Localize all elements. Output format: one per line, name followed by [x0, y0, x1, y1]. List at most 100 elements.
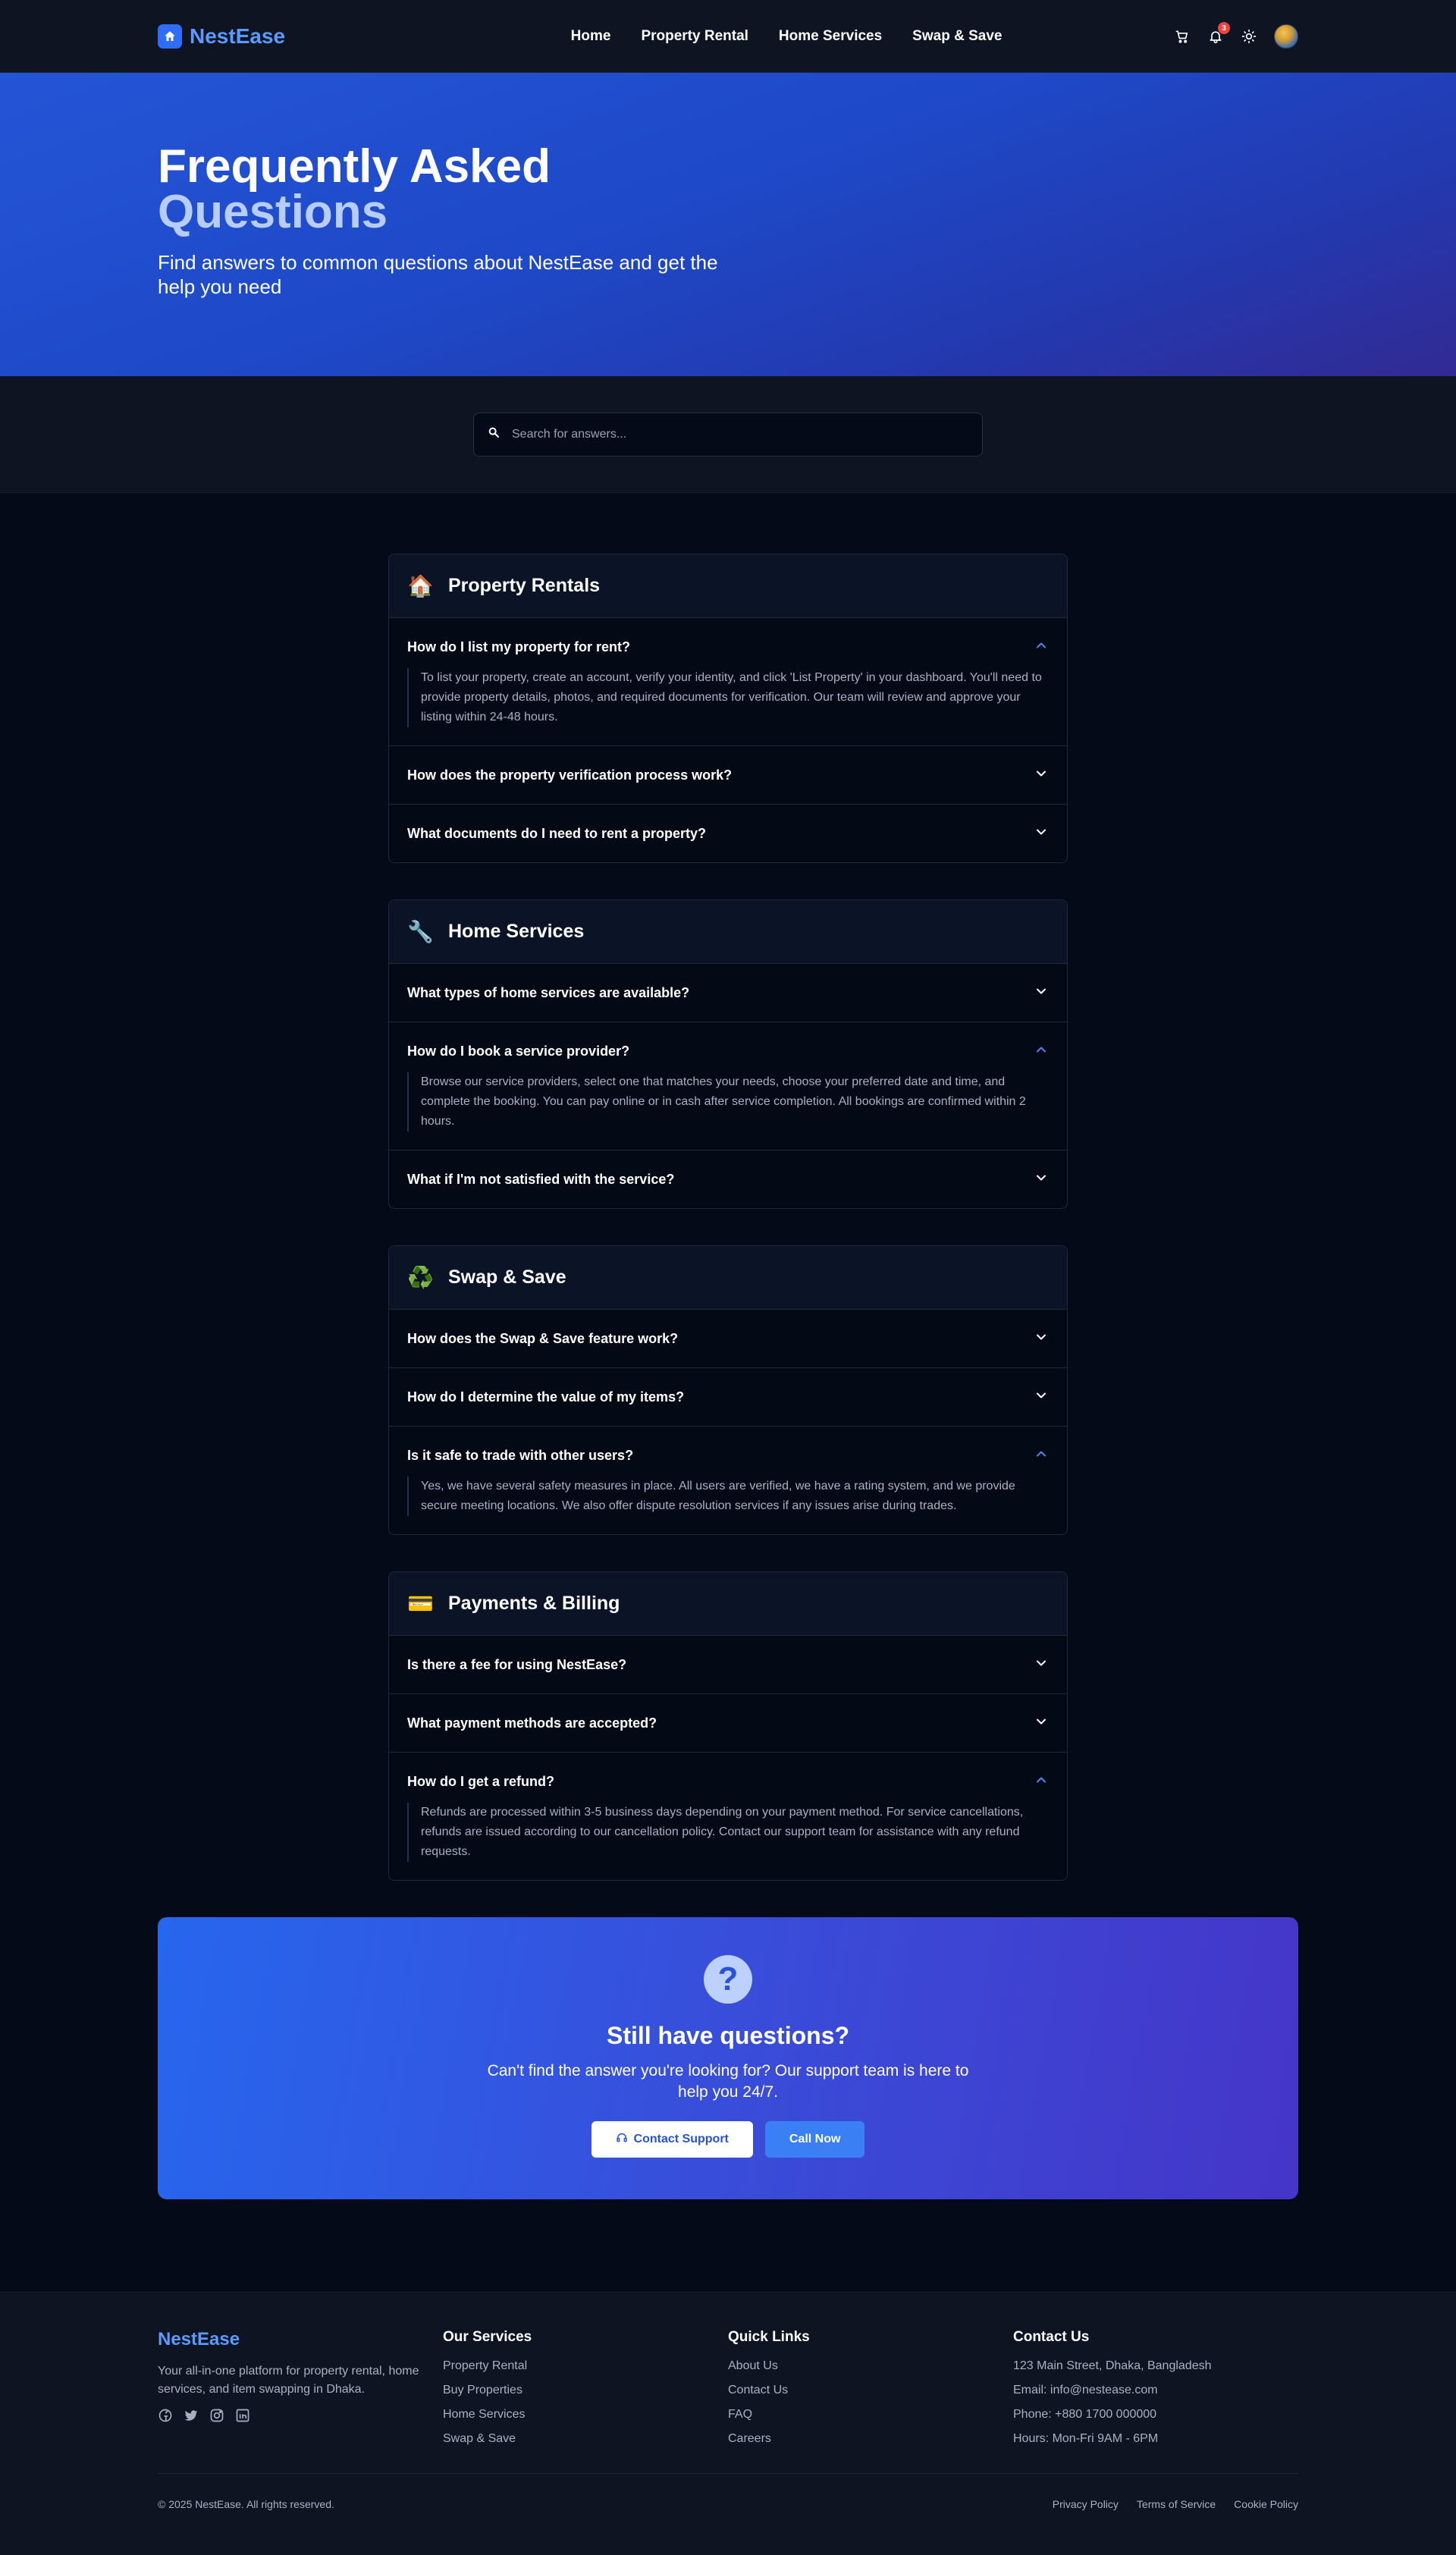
privacy-policy-link[interactable]: Privacy Policy	[1053, 2498, 1119, 2510]
faq-question-toggle[interactable]: How do I get a refund?	[389, 1753, 1067, 1810]
home-icon	[158, 24, 182, 49]
cta-title: Still have questions?	[606, 2022, 850, 2049]
faq-question-toggle[interactable]: Is there a fee for using NestEase?	[389, 1636, 1067, 1693]
sun-icon[interactable]	[1241, 28, 1257, 45]
faq-question-toggle[interactable]: How do I list my property for rent?	[389, 618, 1067, 676]
chevron-down-icon[interactable]	[1034, 766, 1049, 785]
navbar: NestEase Home Property Rental Home Servi…	[0, 0, 1456, 73]
faq-question: What payment methods are accepted?	[407, 1715, 657, 1731]
search-input[interactable]	[512, 427, 968, 441]
footer-address: 123 Main Street, Dhaka, Bangladesh	[1013, 2359, 1212, 2372]
chevron-up-icon[interactable]	[1034, 638, 1049, 657]
faq-question-toggle[interactable]: How does the property verification proce…	[389, 746, 1067, 804]
faq-question: How do I list my property for rent?	[407, 639, 631, 654]
instagram-icon[interactable]	[209, 2408, 224, 2423]
support-cta: ? Still have questions? Can't find the a…	[158, 1917, 1298, 2199]
faq-answer: Browse our service providers, select one…	[407, 1072, 1049, 1132]
facebook-icon[interactable]	[158, 2408, 173, 2423]
hero-subtitle: Find answers to common questions about N…	[158, 251, 718, 298]
faq-question: How do I determine the value of my items…	[407, 1389, 685, 1405]
nav-link-home[interactable]: Home	[571, 28, 611, 45]
faq-item: How does the Swap & Save feature work?	[389, 1310, 1067, 1368]
faq-question-toggle[interactable]: What payment methods are accepted?	[389, 1694, 1067, 1752]
hero-title: Frequently Asked	[158, 140, 551, 193]
chevron-down-icon[interactable]	[1034, 1329, 1049, 1348]
hero-title-accent: Questions	[158, 186, 388, 238]
category-title: Property Rentals	[448, 575, 601, 596]
chevron-down-icon[interactable]	[1034, 1388, 1049, 1407]
category-title: Payments & Billing	[448, 1593, 620, 1614]
faq-question: What if I'm not satisfied with the servi…	[407, 1171, 675, 1187]
chevron-down-icon[interactable]	[1034, 1656, 1049, 1675]
nav-link-swap-save[interactable]: Swap & Save	[912, 28, 1002, 45]
contact-support-label: Contact Support	[633, 2133, 729, 2145]
call-now-label: Call Now	[789, 2133, 841, 2145]
category-header: 🏠 Property Rentals	[389, 554, 1067, 618]
category-header: 🔧 Home Services	[389, 900, 1067, 964]
faq-question-toggle[interactable]: Is it safe to trade with other users?	[389, 1427, 1067, 1484]
chevron-up-icon[interactable]	[1034, 1042, 1049, 1061]
faq-item: How does the property verification proce…	[389, 746, 1067, 805]
main-nav: Home Property Rental Home Services Swap …	[571, 28, 1003, 45]
cart-icon[interactable]	[1174, 28, 1191, 45]
category-header: ♻️ Swap & Save	[389, 1246, 1067, 1310]
faq-question: How do I get a refund?	[407, 1773, 554, 1789]
chevron-down-icon[interactable]	[1034, 1714, 1049, 1733]
faq-question: How does the property verification proce…	[407, 767, 733, 783]
linkedin-icon[interactable]	[235, 2408, 250, 2423]
faq-category-home-services: 🔧 Home Services What types of home service…	[388, 899, 1068, 1209]
faq-question: How do I book a service provider?	[407, 1043, 630, 1059]
footer-link-contact[interactable]: Contact Us	[728, 2384, 1013, 2397]
footer-link-property-rental[interactable]: Property Rental	[443, 2359, 728, 2373]
footer-link-swap-save[interactable]: Swap & Save	[443, 2432, 728, 2446]
social-links	[158, 2408, 443, 2423]
faq-question-toggle[interactable]: What types of home services are availabl…	[389, 964, 1067, 1022]
faq-item: What documents do I need to rent a prope…	[389, 805, 1067, 862]
copyright: © 2025 NestEase. All rights reserved.	[158, 2498, 334, 2510]
question-icon: ?	[704, 1955, 752, 2004]
bell-icon[interactable]: 3	[1207, 22, 1230, 45]
faq-question-toggle[interactable]: What documents do I need to rent a prope…	[389, 805, 1067, 862]
chevron-down-icon[interactable]	[1034, 984, 1049, 1003]
footer-description: Your all-in-one platform for property re…	[158, 2365, 419, 2396]
chevron-up-icon[interactable]	[1034, 1772, 1049, 1791]
faq-answer: Refunds are processed within 3-5 busines…	[407, 1803, 1049, 1862]
faq-question-toggle[interactable]: How does the Swap & Save feature work?	[389, 1310, 1067, 1367]
faq-category-payments-billing: 💳 Payments & Billing Is there a fee for us…	[388, 1571, 1068, 1881]
hero-section: Frequently Asked Questions Find answers …	[0, 73, 1456, 376]
chevron-up-icon[interactable]	[1034, 1446, 1049, 1465]
category-icon: 💳	[407, 1591, 434, 1616]
legal-links: Privacy Policy Terms of Service Cookie P…	[1053, 2498, 1298, 2510]
footer-contact-title: Contact Us	[1013, 2329, 1090, 2345]
faq-question-toggle[interactable]: What if I'm not satisfied with the servi…	[389, 1150, 1067, 1208]
category-icon: ♻️	[407, 1265, 434, 1290]
footer-link-home-services[interactable]: Home Services	[443, 2408, 728, 2422]
nav-link-home-services[interactable]: Home Services	[779, 28, 882, 45]
faq-item: What payment methods are accepted?	[389, 1694, 1067, 1753]
brand-name: NestEase	[190, 24, 286, 48]
faq-question-toggle[interactable]: How do I determine the value of my items…	[389, 1368, 1067, 1426]
avatar[interactable]	[1274, 24, 1298, 49]
search-icon	[488, 426, 500, 442]
faq-item: How do I list my property for rent? To li…	[389, 618, 1067, 746]
footer-link-careers[interactable]: Careers	[728, 2432, 1013, 2446]
terms-of-service-link[interactable]: Terms of Service	[1137, 2498, 1216, 2510]
faq-item: Is there a fee for using NestEase?	[389, 1636, 1067, 1694]
cookie-policy-link[interactable]: Cookie Policy	[1234, 2498, 1298, 2510]
faq-question-toggle[interactable]: How do I book a service provider?	[389, 1022, 1067, 1080]
chevron-down-icon[interactable]	[1034, 1170, 1049, 1189]
nav-link-property-rental[interactable]: Property Rental	[641, 28, 748, 45]
twitter-icon[interactable]	[184, 2408, 199, 2423]
contact-support-button[interactable]: Contact Support	[591, 2121, 753, 2158]
call-now-button[interactable]: Call Now	[764, 2121, 865, 2158]
chevron-down-icon[interactable]	[1034, 824, 1049, 843]
footer-link-faq[interactable]: FAQ	[728, 2408, 1013, 2422]
brand-logo[interactable]: NestEase	[158, 24, 285, 49]
footer-link-buy-properties[interactable]: Buy Properties	[443, 2384, 728, 2397]
faq-answer: To list your property, create an account…	[407, 668, 1049, 727]
cta-buttons: Contact Support Call Now	[591, 2121, 865, 2158]
footer-brand[interactable]: NestEase	[158, 2329, 443, 2350]
footer-link-about[interactable]: About Us	[728, 2359, 1013, 2373]
footer-services-title: Our Services	[443, 2329, 532, 2345]
faq-category-property-rentals: 🏠 Property Rentals How do I list my proper…	[388, 554, 1068, 863]
